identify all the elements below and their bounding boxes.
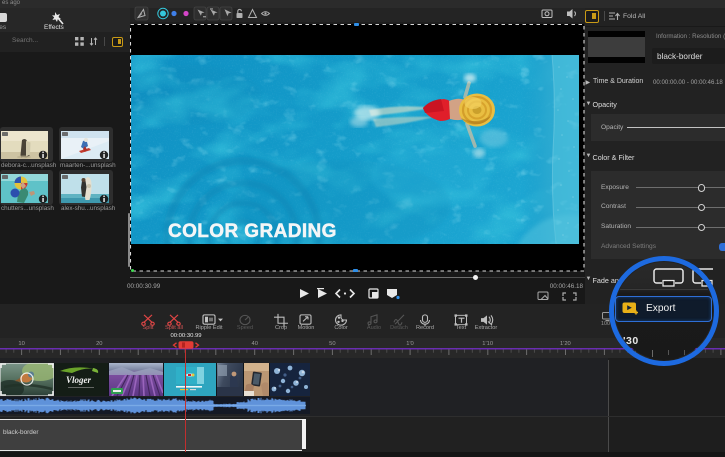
svg-text:1'10: 1'10 bbox=[482, 341, 493, 347]
svg-text:Vloger: Vloger bbox=[66, 375, 91, 385]
svg-text:40: 40 bbox=[251, 341, 257, 347]
svg-text:1'20: 1'20 bbox=[560, 341, 571, 347]
svg-text:10: 10 bbox=[18, 341, 24, 347]
svg-text:50: 50 bbox=[329, 341, 335, 347]
svg-text:20: 20 bbox=[96, 341, 102, 347]
svg-text:1'0: 1'0 bbox=[406, 341, 414, 347]
